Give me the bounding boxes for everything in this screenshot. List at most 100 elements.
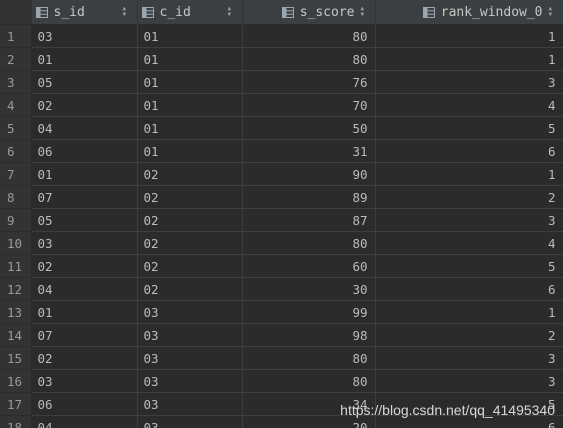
cell-c-id[interactable]: 03 [137, 346, 243, 370]
cell-s-score[interactable]: 87 [242, 208, 376, 232]
cell-rank-window-0[interactable]: 4 [375, 93, 563, 117]
row-number: 2 [0, 47, 32, 71]
cell-s-id[interactable]: 01 [31, 300, 138, 324]
table-row[interactable]: 9 05 02 87 3 [0, 208, 563, 232]
sort-icon[interactable]: ▲ ▼ [123, 6, 131, 18]
sort-icon[interactable]: ▲ ▼ [361, 6, 369, 18]
cell-s-id[interactable]: 06 [31, 392, 138, 416]
cell-c-id[interactable]: 01 [137, 70, 243, 94]
cell-s-score[interactable]: 70 [242, 93, 376, 117]
cell-s-score[interactable]: 60 [242, 254, 376, 278]
cell-rank-window-0[interactable]: 2 [375, 323, 563, 347]
table-row[interactable]: 3 05 01 76 3 [0, 70, 563, 94]
column-header-s-id[interactable]: s_id ▲ ▼ [31, 0, 138, 25]
cell-s-id[interactable]: 03 [31, 24, 138, 48]
cell-s-id[interactable]: 04 [31, 277, 138, 301]
cell-c-id[interactable]: 01 [137, 47, 243, 71]
cell-s-id[interactable]: 03 [31, 231, 138, 255]
cell-s-id[interactable]: 01 [31, 47, 138, 71]
cell-s-score[interactable]: 98 [242, 323, 376, 347]
cell-s-id[interactable]: 05 [31, 208, 138, 232]
table-row[interactable]: 6 06 01 31 6 [0, 139, 563, 163]
cell-s-score[interactable]: 50 [242, 116, 376, 140]
table-row[interactable]: 11 02 02 60 5 [0, 254, 563, 278]
table-row[interactable]: 2 01 01 80 1 [0, 47, 563, 71]
table-row[interactable]: 1 03 01 80 1 [0, 24, 563, 48]
cell-rank-window-0[interactable]: 6 [375, 415, 563, 428]
table-row[interactable]: 18 04 03 20 6 [0, 415, 563, 428]
table-row[interactable]: 5 04 01 50 5 [0, 116, 563, 140]
cell-s-id[interactable]: 02 [31, 93, 138, 117]
cell-s-score[interactable]: 80 [242, 24, 376, 48]
cell-s-id[interactable]: 05 [31, 70, 138, 94]
cell-s-score[interactable]: 80 [242, 346, 376, 370]
cell-rank-window-0[interactable]: 3 [375, 369, 563, 393]
cell-s-id[interactable]: 02 [31, 254, 138, 278]
cell-s-id[interactable]: 04 [31, 415, 138, 428]
cell-s-score[interactable]: 76 [242, 70, 376, 94]
column-header-s-score[interactable]: s_score ▲ ▼ [242, 0, 376, 25]
cell-rank-window-0[interactable]: 5 [375, 116, 563, 140]
cell-s-id[interactable]: 07 [31, 185, 138, 209]
cell-rank-window-0[interactable]: 5 [375, 392, 563, 416]
cell-c-id[interactable]: 02 [137, 185, 243, 209]
cell-s-score[interactable]: 89 [242, 185, 376, 209]
table-row[interactable]: 12 04 02 30 6 [0, 277, 563, 301]
table-row[interactable]: 8 07 02 89 2 [0, 185, 563, 209]
cell-rank-window-0[interactable]: 3 [375, 70, 563, 94]
table-row[interactable]: 10 03 02 80 4 [0, 231, 563, 255]
cell-c-id[interactable]: 02 [137, 231, 243, 255]
cell-c-id[interactable]: 02 [137, 254, 243, 278]
row-number-header[interactable] [0, 0, 32, 25]
cell-c-id[interactable]: 03 [137, 392, 243, 416]
cell-c-id[interactable]: 02 [137, 162, 243, 186]
table-row[interactable]: 13 01 03 99 1 [0, 300, 563, 324]
table-row[interactable]: 15 02 03 80 3 [0, 346, 563, 370]
cell-s-id[interactable]: 03 [31, 369, 138, 393]
table-row[interactable]: 17 06 03 34 5 [0, 392, 563, 416]
cell-c-id[interactable]: 03 [137, 300, 243, 324]
cell-rank-window-0[interactable]: 1 [375, 24, 563, 48]
cell-s-score[interactable]: 90 [242, 162, 376, 186]
column-header-c-id[interactable]: c_id ▲ ▼ [137, 0, 243, 25]
table-row[interactable]: 16 03 03 80 3 [0, 369, 563, 393]
cell-rank-window-0[interactable]: 3 [375, 346, 563, 370]
cell-c-id[interactable]: 02 [137, 208, 243, 232]
cell-rank-window-0[interactable]: 1 [375, 47, 563, 71]
cell-c-id[interactable]: 03 [137, 323, 243, 347]
cell-c-id[interactable]: 01 [137, 93, 243, 117]
cell-c-id[interactable]: 02 [137, 277, 243, 301]
cell-s-score[interactable]: 34 [242, 392, 376, 416]
cell-rank-window-0[interactable]: 4 [375, 231, 563, 255]
cell-s-score[interactable]: 20 [242, 415, 376, 428]
cell-s-score[interactable]: 80 [242, 369, 376, 393]
cell-s-id[interactable]: 06 [31, 139, 138, 163]
cell-c-id[interactable]: 01 [137, 24, 243, 48]
cell-rank-window-0[interactable]: 6 [375, 139, 563, 163]
cell-s-score[interactable]: 99 [242, 300, 376, 324]
cell-s-score[interactable]: 80 [242, 231, 376, 255]
cell-s-score[interactable]: 30 [242, 277, 376, 301]
sort-icon[interactable]: ▲ ▼ [228, 6, 236, 18]
cell-s-id[interactable]: 02 [31, 346, 138, 370]
cell-c-id[interactable]: 01 [137, 139, 243, 163]
cell-c-id[interactable]: 03 [137, 415, 243, 428]
cell-c-id[interactable]: 03 [137, 369, 243, 393]
cell-rank-window-0[interactable]: 3 [375, 208, 563, 232]
cell-s-id[interactable]: 07 [31, 323, 138, 347]
cell-s-id[interactable]: 01 [31, 162, 138, 186]
cell-rank-window-0[interactable]: 6 [375, 277, 563, 301]
table-row[interactable]: 4 02 01 70 4 [0, 93, 563, 117]
cell-s-score[interactable]: 80 [242, 47, 376, 71]
sort-icon[interactable]: ▲ ▼ [549, 6, 557, 18]
table-row[interactable]: 7 01 02 90 1 [0, 162, 563, 186]
cell-s-score[interactable]: 31 [242, 139, 376, 163]
cell-s-id[interactable]: 04 [31, 116, 138, 140]
column-header-rank-window-0[interactable]: rank_window_0 ▲ ▼ [375, 0, 563, 25]
cell-rank-window-0[interactable]: 1 [375, 162, 563, 186]
cell-rank-window-0[interactable]: 1 [375, 300, 563, 324]
table-row[interactable]: 14 07 03 98 2 [0, 323, 563, 347]
cell-rank-window-0[interactable]: 5 [375, 254, 563, 278]
cell-c-id[interactable]: 01 [137, 116, 243, 140]
cell-rank-window-0[interactable]: 2 [375, 185, 563, 209]
